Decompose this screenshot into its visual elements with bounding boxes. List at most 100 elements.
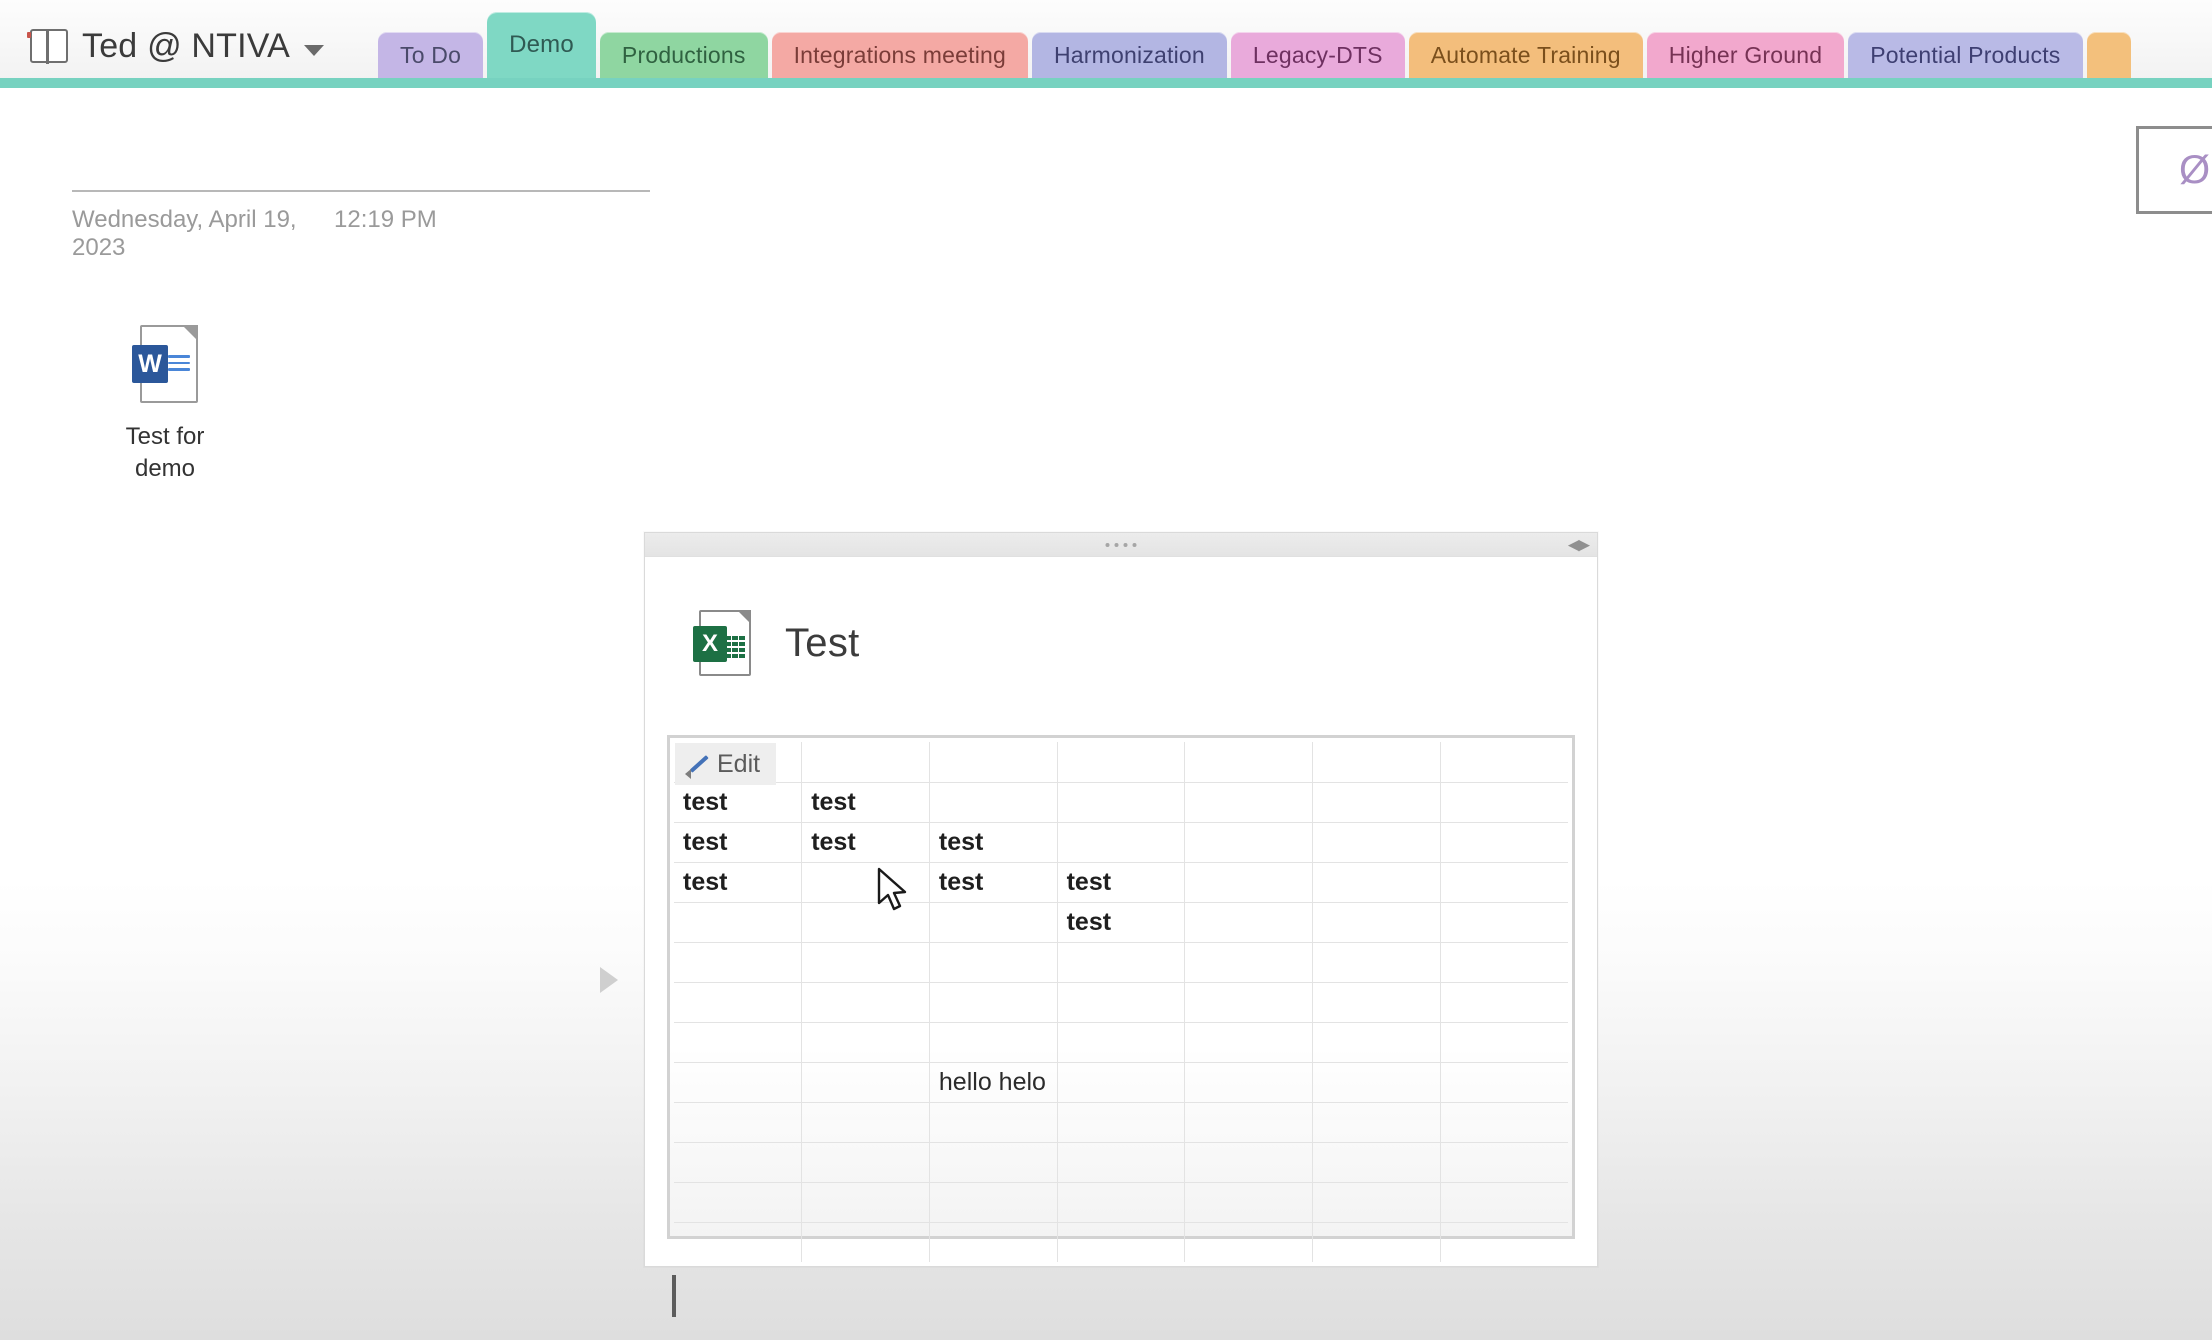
- expand-arrow-icon[interactable]: [600, 967, 618, 993]
- spreadsheet-cell[interactable]: [801, 861, 930, 903]
- spreadsheet-row[interactable]: [674, 1221, 1568, 1262]
- spreadsheet-preview[interactable]: test test test test test test test test test hell…: [667, 735, 1575, 1262]
- spreadsheet-cell[interactable]: [801, 1181, 930, 1223]
- section-tab-harmonization[interactable]: Harmonization: [1032, 32, 1227, 78]
- spreadsheet-cell[interactable]: [928, 781, 1058, 823]
- spreadsheet-cell[interactable]: [1056, 742, 1186, 783]
- spreadsheet-cell[interactable]: [928, 1181, 1058, 1223]
- file-attachment-word[interactable]: W Test for demo: [95, 325, 235, 484]
- spreadsheet-cell[interactable]: [801, 1141, 930, 1183]
- spreadsheet-cell[interactable]: [1439, 901, 1568, 943]
- spreadsheet-cell[interactable]: [928, 742, 1058, 783]
- spreadsheet-row[interactable]: [674, 742, 1568, 783]
- spreadsheet-cell[interactable]: [1439, 1101, 1568, 1143]
- page-date[interactable]: Wednesday, April 19, 2023: [72, 206, 334, 262]
- spreadsheet-cell[interactable]: [1184, 1101, 1314, 1143]
- spreadsheet-cell[interactable]: [674, 1141, 803, 1183]
- spreadsheet-cell[interactable]: [801, 1061, 930, 1103]
- spreadsheet-cell[interactable]: [1184, 1021, 1314, 1063]
- section-tab-potential-products[interactable]: Potential Products: [1848, 32, 2083, 78]
- section-tab-integrations-meeting[interactable]: Integrations meeting: [771, 32, 1028, 78]
- spreadsheet-cell[interactable]: [674, 1181, 803, 1223]
- spreadsheet-cell[interactable]: [1312, 742, 1441, 783]
- spreadsheet-cell[interactable]: [1312, 901, 1441, 943]
- spreadsheet-cell[interactable]: [1312, 1061, 1441, 1103]
- spreadsheet-row[interactable]: hello helo: [674, 1061, 1568, 1103]
- spreadsheet-cell[interactable]: [1439, 821, 1568, 863]
- spreadsheet-cell[interactable]: test: [801, 781, 930, 823]
- embed-handle-bar[interactable]: ◀▶: [645, 533, 1597, 557]
- spreadsheet-cell[interactable]: [1312, 941, 1441, 983]
- page-time[interactable]: 12:19 PM: [334, 206, 437, 234]
- spreadsheet-cell[interactable]: [1184, 1221, 1314, 1262]
- spreadsheet-cell[interactable]: [1312, 1141, 1441, 1183]
- spreadsheet-row[interactable]: [674, 1021, 1568, 1063]
- dictate-panel[interactable]: Ø: [2136, 126, 2212, 214]
- spreadsheet-cell[interactable]: [1184, 821, 1314, 863]
- spreadsheet-cell[interactable]: [1184, 742, 1314, 783]
- spreadsheet-cell[interactable]: [1184, 861, 1314, 903]
- spreadsheet-cell[interactable]: [928, 1101, 1058, 1143]
- spreadsheet-cell[interactable]: [674, 941, 803, 983]
- spreadsheet-cell[interactable]: [1184, 941, 1314, 983]
- chevron-down-icon[interactable]: [304, 44, 325, 56]
- section-tab-automate-training[interactable]: Automate Training: [1408, 32, 1643, 78]
- spreadsheet-cell[interactable]: [1056, 981, 1186, 1023]
- spreadsheet-cell[interactable]: test: [928, 861, 1058, 903]
- section-tab-productions[interactable]: Productions: [599, 32, 768, 78]
- spreadsheet-cell[interactable]: [1312, 781, 1441, 823]
- spreadsheet-cell[interactable]: [1439, 781, 1568, 823]
- spreadsheet-cell[interactable]: test: [674, 861, 803, 903]
- spreadsheet-cell[interactable]: [1439, 1141, 1568, 1183]
- spreadsheet-cell[interactable]: [1439, 742, 1568, 783]
- spreadsheet-cell[interactable]: [1184, 1141, 1314, 1183]
- spreadsheet-cell[interactable]: [1056, 821, 1186, 863]
- spreadsheet-cell[interactable]: [1312, 981, 1441, 1023]
- spreadsheet-cell[interactable]: [1439, 861, 1568, 903]
- spreadsheet-cell[interactable]: [1056, 1061, 1186, 1103]
- section-tab-demo[interactable]: Demo: [487, 12, 596, 78]
- spreadsheet-cell[interactable]: [1439, 1061, 1568, 1103]
- spreadsheet-cell[interactable]: [1439, 981, 1568, 1023]
- section-tab-legacy-dts[interactable]: Legacy-DTS: [1230, 32, 1405, 78]
- microphone-icon[interactable]: Ø: [2179, 150, 2210, 190]
- spreadsheet-cell[interactable]: [1056, 941, 1186, 983]
- spreadsheet-cell[interactable]: test: [674, 781, 803, 823]
- spreadsheet-cell[interactable]: [674, 1021, 803, 1063]
- spreadsheet-cell[interactable]: [1184, 981, 1314, 1023]
- spreadsheet-cell[interactable]: [801, 1021, 930, 1063]
- spreadsheet-cell[interactable]: [1312, 861, 1441, 903]
- spreadsheet-cell[interactable]: [1312, 821, 1441, 863]
- spreadsheet-cell[interactable]: [1056, 1101, 1186, 1143]
- section-tab-higher-ground[interactable]: Higher Ground: [1646, 32, 1845, 78]
- spreadsheet-cell[interactable]: [1184, 1061, 1314, 1103]
- spreadsheet-cell[interactable]: [674, 901, 803, 943]
- spreadsheet-cell[interactable]: [1056, 1221, 1186, 1262]
- spreadsheet-row[interactable]: [674, 941, 1568, 983]
- spreadsheet-cell[interactable]: [801, 1101, 930, 1143]
- spreadsheet-cell[interactable]: [1056, 781, 1186, 823]
- spreadsheet-cell[interactable]: [1439, 1221, 1568, 1262]
- resize-horizontal-icon[interactable]: ◀▶: [1568, 537, 1590, 552]
- spreadsheet-cell[interactable]: [674, 981, 803, 1023]
- spreadsheet-cell[interactable]: [928, 901, 1058, 943]
- embed-file-title[interactable]: Test: [785, 621, 860, 666]
- spreadsheet-cell[interactable]: [801, 981, 930, 1023]
- spreadsheet-cell[interactable]: [674, 1061, 803, 1103]
- spreadsheet-row[interactable]: test: [674, 901, 1568, 943]
- spreadsheet-cell[interactable]: [1439, 1021, 1568, 1063]
- spreadsheet-cell[interactable]: [801, 1221, 930, 1262]
- spreadsheet-cell[interactable]: [928, 941, 1058, 983]
- spreadsheet-row[interactable]: test test: [674, 781, 1568, 823]
- spreadsheet-cell[interactable]: [801, 901, 930, 943]
- spreadsheet-cell[interactable]: hello helo: [928, 1061, 1058, 1103]
- spreadsheet-row[interactable]: [674, 1181, 1568, 1223]
- spreadsheet-row[interactable]: [674, 1141, 1568, 1183]
- spreadsheet-cell[interactable]: test: [801, 821, 930, 863]
- spreadsheet-cell[interactable]: test: [674, 821, 803, 863]
- edit-button[interactable]: Edit: [675, 743, 777, 785]
- spreadsheet-cell[interactable]: [1439, 941, 1568, 983]
- drag-grip-icon[interactable]: [1105, 542, 1137, 547]
- spreadsheet-cell[interactable]: test: [1056, 861, 1186, 903]
- spreadsheet-cell[interactable]: [928, 1021, 1058, 1063]
